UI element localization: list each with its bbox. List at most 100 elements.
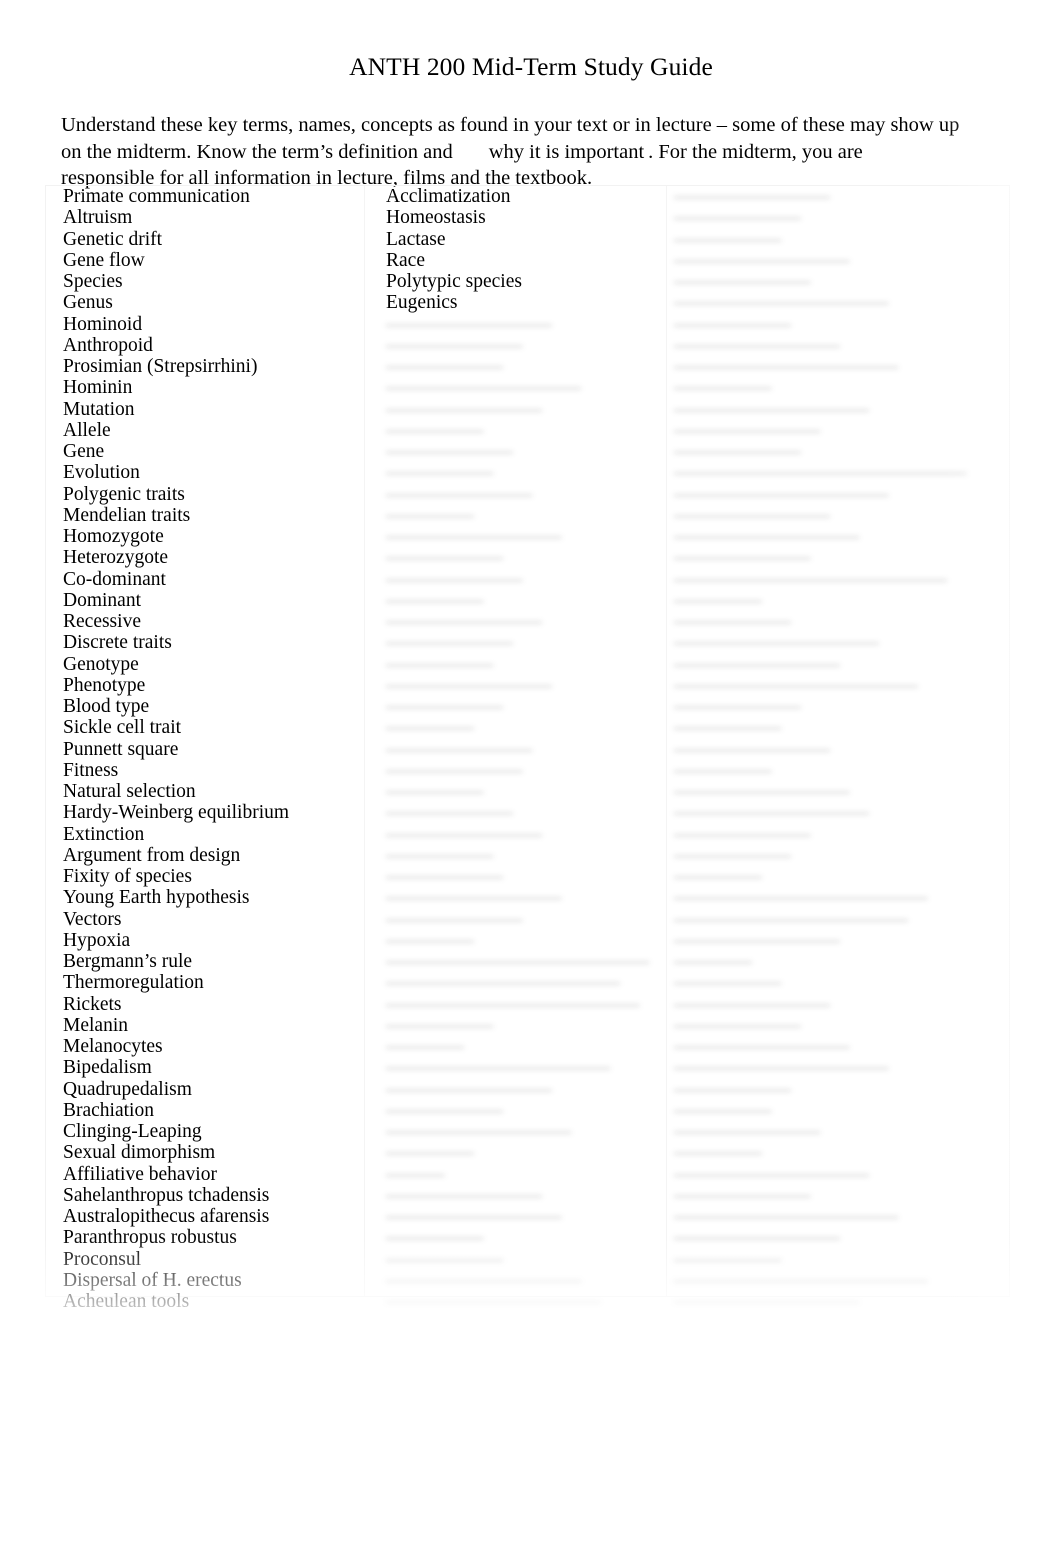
term-item-redacted: –––––––––––––––––––––– <box>386 1291 601 1312</box>
term-item-redacted: –––––––––––––––––– <box>674 249 850 271</box>
term-item: Acheulean tools <box>63 1291 190 1312</box>
term-item-redacted: ––––––––––––––––––– <box>674 1291 860 1312</box>
term-item-redacted: –––––––––––––– <box>674 547 811 569</box>
term-item-redacted: –––––––––––––– <box>386 759 523 781</box>
term-item-redacted: –––––––––––––––––––– <box>674 398 869 420</box>
term-item-redacted: –––––––––– <box>674 759 772 781</box>
term-item: Melanin <box>63 1014 128 1036</box>
term-item: Altruism <box>63 207 133 229</box>
term-item: Sexual dimorphism <box>63 1142 216 1164</box>
term-item-redacted: –––––––––––– <box>674 611 791 632</box>
term-item-redacted: –––––––––––––––––– <box>674 1036 850 1057</box>
term-item: Homeostasis <box>386 207 486 229</box>
term-item: Dispersal of H. erectus <box>63 1269 242 1291</box>
term-item-redacted: ––––––––––––––––––––– <box>674 632 879 654</box>
term-item-redacted: –––––––––––––––––––– <box>386 377 581 399</box>
document-page: ANTH 200 Mid-Term Study Guide Understand… <box>0 0 1062 1561</box>
term-item-redacted: ––––––––––––––––– <box>386 313 552 335</box>
term-item: Homozygote <box>63 526 164 547</box>
term-item: Gene flow <box>63 249 145 271</box>
term-item-redacted: ––––––––––––––––––––––– <box>674 1206 899 1227</box>
term-item-redacted: –––––––––– <box>674 1099 772 1121</box>
term-item-redacted: ––––––––––– <box>386 844 494 866</box>
term-item-redacted: –––––––––––––––––– <box>386 526 562 547</box>
term-item-redacted: ––––––––––––– <box>386 441 513 462</box>
term-item-redacted: ––––––––––––––––––––––––––– <box>386 951 650 972</box>
term-item-redacted: ––––––––––––– <box>386 632 513 654</box>
term-item-redacted: ––––––––– <box>674 589 762 611</box>
term-item-redacted: –––––––––––––– <box>674 1184 811 1206</box>
term-item: Primate communication <box>63 186 250 207</box>
term-item: Affiliative behavior <box>63 1163 217 1185</box>
term-item-redacted: ––––––––– <box>386 929 474 951</box>
term-item-redacted: ––––––––––––– <box>674 441 801 462</box>
term-item-redacted: ––––––––––––––––––––––––– <box>674 674 918 696</box>
term-item: Mendelian traits <box>63 504 191 526</box>
term-item-redacted: –––––––––––––––––––––– <box>674 292 889 314</box>
term-item: Mutation <box>63 398 135 420</box>
term-item: Genetic drift <box>63 228 163 250</box>
term-item: Paranthropus robustus <box>63 1227 237 1249</box>
term-item: Extinction <box>63 823 145 845</box>
term-item-redacted: –––––––––––––––– <box>674 738 830 760</box>
term-item: Hypoxia <box>63 929 131 951</box>
term-item: Acclimatization <box>386 186 511 207</box>
term-item: Argument from design <box>63 844 241 866</box>
term-item-redacted: –––––––––––––––– <box>386 1184 542 1206</box>
term-item-redacted: ––––––––––––––––– <box>674 1227 840 1249</box>
term-item-redacted: –––––––– <box>386 1036 464 1057</box>
term-item: Polytypic species <box>386 271 522 292</box>
term-item-redacted: ––––––––––– <box>674 1248 782 1270</box>
term-item-redacted: –––––––––––––––––––––––– <box>674 908 908 930</box>
term-item-redacted: ––––––––– <box>386 504 474 526</box>
intro-text-part2: why it is important <box>488 140 645 163</box>
term-item-redacted: –––––––––––––– <box>386 908 523 930</box>
term-item: Co-dominant <box>63 568 166 590</box>
term-item: Race <box>386 249 425 271</box>
term-item-redacted: –––––––––––– <box>386 547 503 569</box>
term-item-redacted: ––––––––– <box>674 1142 762 1164</box>
term-item: Prosimian (Strepsirrhini) <box>63 356 258 377</box>
term-item: Proconsul <box>63 1248 141 1270</box>
term-item: Discrete traits <box>63 632 172 654</box>
term-item: Sickle cell trait <box>63 717 182 739</box>
term-item: Eugenics <box>386 292 458 314</box>
term-item: Quadrupedalism <box>63 1078 192 1100</box>
term-item-redacted: ––––––––––––– <box>674 207 801 229</box>
term-item-redacted: –––––––––– <box>386 1227 484 1249</box>
term-item-redacted: ––––––––––––– <box>674 1014 801 1036</box>
term-item: Genotype <box>63 653 139 675</box>
term-item: Lactase <box>386 228 446 250</box>
term-item: Heterozygote <box>63 547 169 569</box>
term-item-redacted: ––––––––––––––– <box>386 483 533 505</box>
term-item-redacted: –––––––––– <box>386 589 484 611</box>
term-item-redacted: ––––––––––––– <box>674 696 801 717</box>
term-item: Dominant <box>63 589 141 611</box>
term-item: Australopithecus afarensis <box>63 1206 270 1227</box>
term-item-redacted: –––––––––––––––––––– <box>674 1163 869 1185</box>
term-item-redacted: –––––––––– <box>386 781 484 802</box>
term-item-redacted: –––––––––––––– <box>674 271 811 292</box>
term-item-redacted: ––––––––––––––– <box>674 419 821 441</box>
term-item-redacted: ––––––––––––––––––– <box>386 1121 572 1142</box>
term-item-redacted: –––––––––––––––––– <box>386 887 562 909</box>
term-item: Genus <box>63 292 113 314</box>
term-item: Polygenic traits <box>63 483 185 505</box>
term-item-redacted: ––––––––––––––– <box>674 1121 821 1142</box>
term-item-redacted: –––––––––––– <box>386 1248 503 1270</box>
term-item-redacted: –––––––––––––––– <box>674 504 830 526</box>
term-item-redacted: ––––––––––– <box>386 1014 494 1036</box>
term-item-redacted: –––––––––––––––––––––– <box>674 483 889 505</box>
term-item-redacted: –––––––––––– <box>386 696 503 717</box>
term-item: Phenotype <box>63 674 146 696</box>
term-item-redacted: –––––––––––– <box>674 313 791 335</box>
term-item-redacted: ––––––––––––––––– <box>674 334 840 356</box>
term-item-redacted: –––––––––––––––––––––––––– <box>386 993 640 1015</box>
term-item-redacted: –––––––––––– <box>386 1099 503 1121</box>
term-item-redacted: –––––––––––– <box>674 844 791 866</box>
term-item-redacted: –––––––––––––– <box>674 823 811 845</box>
term-item: Blood type <box>63 696 150 717</box>
term-item-redacted: –––––––––––––––––––––––––––––– <box>674 462 967 484</box>
term-item-redacted: –––––––– <box>674 951 752 972</box>
term-item-redacted: –––––––––––––––––––––––––– <box>674 1269 928 1291</box>
